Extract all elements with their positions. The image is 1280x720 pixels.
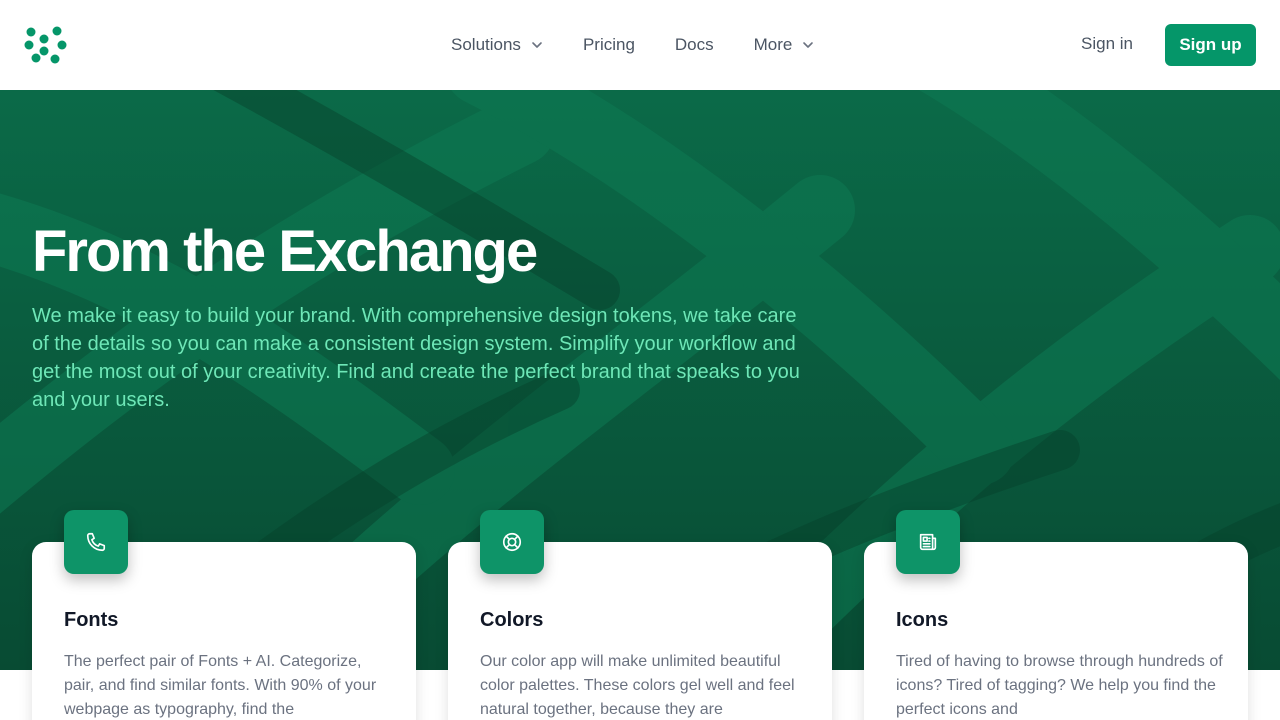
top-navbar: Solutions Pricing Docs More Sign in Sign… xyxy=(0,0,1280,90)
newspaper-icon xyxy=(919,533,937,551)
sign-up-button[interactable]: Sign up xyxy=(1165,24,1256,66)
card-title: Icons xyxy=(896,609,949,631)
nav-solutions[interactable]: Solutions xyxy=(451,35,543,55)
nav-pricing[interactable]: Pricing xyxy=(583,35,635,55)
card-icon-badge xyxy=(896,510,960,574)
card-icon-badge xyxy=(480,510,544,574)
sign-in-link[interactable]: Sign in xyxy=(1081,34,1133,54)
card-title: Colors xyxy=(480,609,544,631)
card-icon-badge xyxy=(64,510,128,574)
hero-description: We make it easy to build your brand. Wit… xyxy=(32,305,800,411)
chevron-down-icon xyxy=(532,42,542,48)
nav-solutions-label: Solutions xyxy=(451,35,521,54)
nav-more[interactable]: More xyxy=(754,35,815,55)
nav-docs[interactable]: Docs xyxy=(675,35,714,55)
nav-docs-label: Docs xyxy=(674,35,714,54)
card-title: Fonts xyxy=(64,609,119,631)
dots-logo-icon[interactable] xyxy=(24,25,68,65)
lifebuoy-icon xyxy=(502,532,522,552)
feature-card-colors[interactable]: Colors Our color app will make unlimited… xyxy=(448,510,832,720)
hero-title: From the Exchange xyxy=(32,219,538,284)
card-text: Tired of having to browse through hundre… xyxy=(896,653,1223,718)
feature-card-fonts[interactable]: Fonts The perfect pair of Fonts + AI. Ca… xyxy=(32,510,416,720)
feature-card-icons[interactable]: Icons Tired of having to browse through … xyxy=(864,510,1248,720)
card-text: The perfect pair of Fonts + AI. Categori… xyxy=(64,653,377,718)
main-nav: Solutions Pricing Docs More xyxy=(451,0,854,90)
nav-more-label: More xyxy=(753,35,793,54)
phone-icon xyxy=(86,532,106,552)
nav-pricing-label: Pricing xyxy=(582,35,635,54)
chevron-down-icon xyxy=(803,42,814,48)
card-text: Our color app will make unlimited beauti… xyxy=(480,653,795,718)
